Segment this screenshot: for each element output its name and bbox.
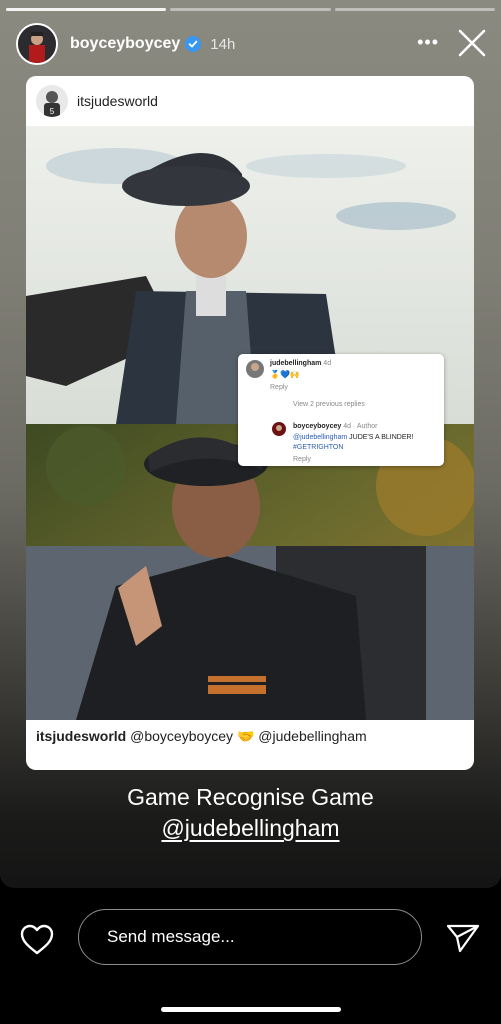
comment-time-2: 4d · Author xyxy=(343,423,378,430)
home-indicator xyxy=(161,1007,341,1012)
comment-mention-2: @judebellingham xyxy=(293,434,348,441)
more-options-icon[interactable]: ••• xyxy=(417,32,439,53)
comment-line-1: judebellingham 4d xyxy=(270,360,331,367)
caption-username[interactable]: itsjudesworld xyxy=(36,728,126,744)
progress-segment xyxy=(170,8,331,11)
comment-time-1: 4d xyxy=(323,360,332,367)
story-mention-link[interactable]: @judebellingham xyxy=(161,815,339,841)
post-caption: itsjudesworld @boyceyboycey 🤝 @judebelli… xyxy=(36,728,367,745)
comment-reply-1: Reply xyxy=(270,384,288,391)
post-author-username[interactable]: itsjudesworld xyxy=(77,93,158,109)
comment-line-2: boyceyboycey 4d · Author xyxy=(293,423,377,430)
comment-emojis: 🥇💙🙌 xyxy=(270,370,300,379)
comment-hashtag-2: #GETRIGHTON xyxy=(293,444,344,451)
reply-avatar xyxy=(272,422,286,436)
comment-avatar xyxy=(246,360,264,378)
user-avatar[interactable] xyxy=(16,23,58,65)
story-header: boyceyboycey 14h ••• xyxy=(16,22,489,66)
svg-text:5: 5 xyxy=(50,107,55,116)
comment-screenshot: judebellingham 4d 🥇💙🙌 Reply View 2 previ… xyxy=(238,354,444,466)
post-author-avatar[interactable]: 5 xyxy=(36,85,68,117)
comment-reply-2: Reply xyxy=(293,456,311,463)
post-header: 5 itsjudesworld xyxy=(26,76,474,126)
progress-segment xyxy=(6,8,167,11)
shared-post-card[interactable]: 5 itsjudesworld judebellingham 4d 🥇💙🙌 Re… xyxy=(26,76,474,770)
story-text-line-1: Game Recognise Game xyxy=(127,784,374,810)
send-message-input[interactable]: Send message... xyxy=(78,909,422,965)
story-time: 14h xyxy=(210,35,236,53)
reply-bar: Send message... xyxy=(0,888,501,1024)
send-icon[interactable] xyxy=(446,923,480,953)
heart-icon[interactable] xyxy=(20,924,54,956)
story-text-line-2: @judebellingham xyxy=(0,815,501,842)
comment-username-2: boyceyboycey xyxy=(293,423,342,430)
comment-body-2: JUDE'S A BLINDER! xyxy=(349,434,414,441)
comment-username-1: judebellingham xyxy=(270,360,322,367)
comment-text-2: @judebellingham JUDE'S A BLINDER! xyxy=(293,434,414,441)
view-replies: View 2 previous replies xyxy=(293,401,365,408)
caption-text: @boyceyboycey 🤝 @judebellingham xyxy=(130,728,367,744)
progress-segment xyxy=(334,8,495,11)
story-container[interactable]: boyceyboycey 14h ••• 5 itsjudesworld jud… xyxy=(0,0,501,888)
story-username[interactable]: boyceyboycey xyxy=(70,35,180,53)
verified-badge-icon xyxy=(185,36,202,52)
story-progress xyxy=(6,8,495,11)
close-icon[interactable] xyxy=(455,26,489,60)
